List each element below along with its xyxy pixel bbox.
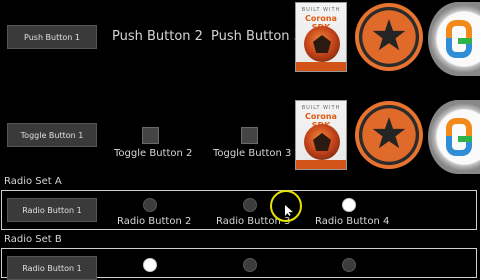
radio-set-a-radio-button-4[interactable] bbox=[342, 198, 356, 212]
radio-set-a-radio-button-3[interactable] bbox=[243, 198, 257, 212]
radio-set-a-radio-button-1-label: Radio Button 1 bbox=[22, 205, 82, 215]
giftiz-logo-icon[interactable] bbox=[428, 100, 480, 174]
book-top-text: BUILT WITH bbox=[301, 105, 341, 111]
push-button-3[interactable]: Push Button 3 bbox=[211, 29, 302, 44]
corona-star-icon bbox=[372, 19, 406, 51]
book-art bbox=[304, 26, 340, 62]
radio-set-a-title: Radio Set A bbox=[4, 176, 62, 187]
giftiz-logo-icon[interactable] bbox=[428, 2, 480, 76]
toggle-button-3-checkbox[interactable] bbox=[241, 127, 258, 144]
corona-sdk-book-image-1[interactable]: BUILT WITH Corona SDK bbox=[295, 2, 347, 72]
book-band bbox=[296, 160, 346, 169]
push-button-1-label: Push Button 1 bbox=[24, 32, 80, 42]
book-band bbox=[296, 62, 346, 71]
push-button-1[interactable]: Push Button 1 bbox=[7, 25, 97, 49]
book-art bbox=[304, 124, 340, 160]
radio-set-b-title: Radio Set B bbox=[4, 234, 62, 245]
toggle-button-2-checkbox[interactable] bbox=[142, 127, 159, 144]
toggle-button-1[interactable]: Toggle Button 1 bbox=[7, 123, 97, 147]
radio-set-a-radio-button-1[interactable]: Radio Button 1 bbox=[7, 198, 97, 222]
radio-set-b-radio-button-1[interactable]: Radio Button 1 bbox=[7, 256, 97, 280]
radio-set-a-radio-button-2-label: Radio Button 2 bbox=[117, 216, 192, 227]
push-button-2[interactable]: Push Button 2 bbox=[112, 29, 203, 44]
corona-star-icon bbox=[372, 117, 406, 149]
radio-set-a-radio-button-4-label: Radio Button 4 bbox=[315, 216, 390, 227]
radio-set-a-radio-button-2[interactable] bbox=[143, 198, 157, 212]
toggle-button-3-label: Toggle Button 3 bbox=[213, 148, 292, 159]
giftiz-green-bar bbox=[458, 136, 472, 142]
book-top-text: BUILT WITH bbox=[301, 7, 341, 13]
giftiz-green-bar bbox=[458, 38, 472, 44]
corona-sdk-book-image-2[interactable]: BUILT WITH Corona SDK bbox=[295, 100, 347, 170]
corona-logo-icon[interactable] bbox=[355, 101, 423, 169]
toggle-button-1-label: Toggle Button 1 bbox=[20, 130, 84, 140]
radio-set-b-radio-button-1-label: Radio Button 1 bbox=[22, 263, 82, 273]
corona-logo-icon[interactable] bbox=[355, 3, 423, 71]
toggle-button-2-label: Toggle Button 2 bbox=[114, 148, 193, 159]
